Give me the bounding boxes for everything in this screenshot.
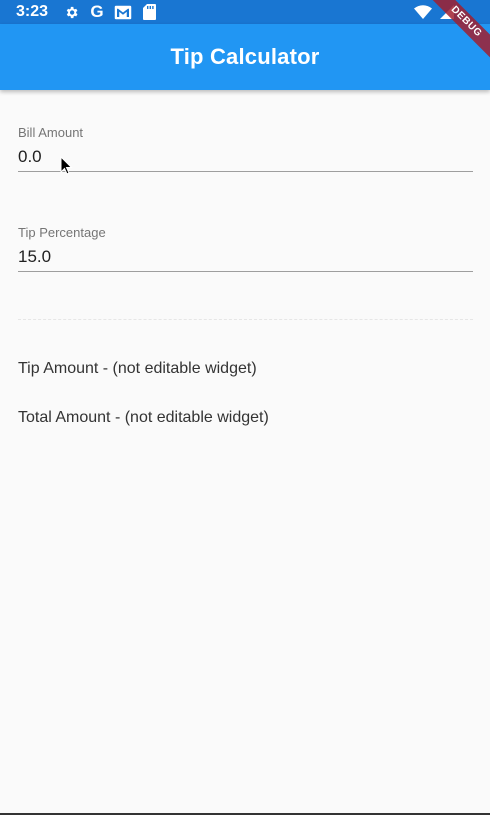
tip-percentage-input[interactable]	[18, 246, 473, 268]
tip-percentage-field[interactable]: Tip Percentage	[18, 225, 473, 272]
sd-card-icon	[140, 3, 158, 21]
tip-percentage-label: Tip Percentage	[18, 225, 106, 240]
app-screen: 3:23 G Tip Calculator DEBUG Bill Amount …	[0, 0, 490, 815]
status-time: 3:23	[16, 3, 49, 20]
bill-amount-field[interactable]: Bill Amount	[18, 125, 473, 172]
google-icon: G	[90, 2, 104, 21]
mouse-cursor-icon	[60, 156, 73, 175]
bill-amount-underline	[18, 171, 473, 172]
bill-amount-label: Bill Amount	[18, 125, 84, 140]
status-icons-right	[414, 2, 456, 22]
status-bar: 3:23 G	[0, 0, 490, 24]
app-bar: Tip Calculator	[0, 24, 490, 90]
signal-icon	[438, 3, 456, 21]
bill-amount-input[interactable]	[18, 146, 473, 168]
gear-icon	[62, 3, 80, 21]
tip-percentage-underline	[18, 271, 473, 272]
wifi-icon	[414, 3, 432, 21]
total-amount-text: Total Amount - (not editable widget)	[18, 409, 269, 426]
gmail-icon	[114, 3, 132, 21]
divider	[18, 319, 473, 320]
app-title: Tip Calculator	[170, 44, 320, 69]
tip-amount-text: Tip Amount - (not editable widget)	[18, 360, 257, 377]
status-icons-left: G	[62, 2, 158, 22]
